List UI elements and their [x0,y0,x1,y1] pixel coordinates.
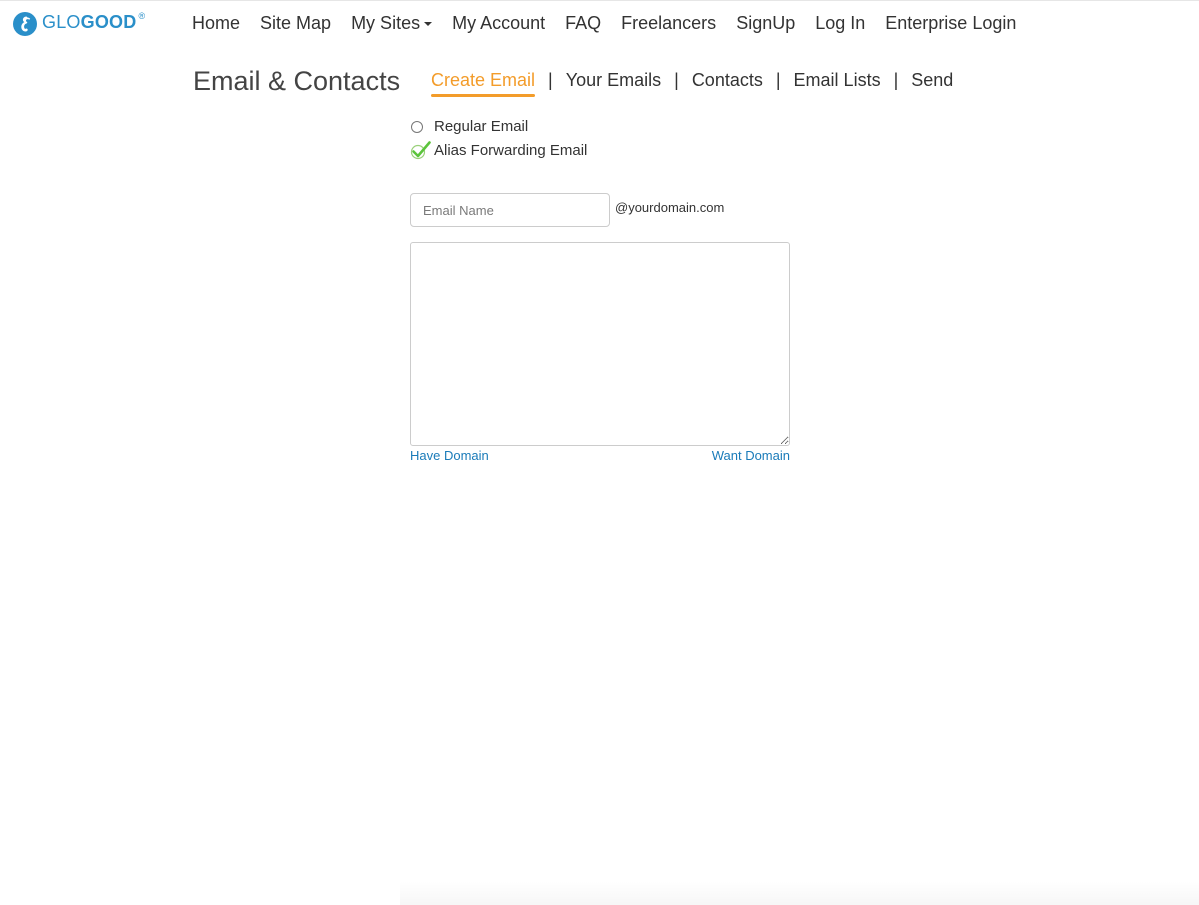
regular-email-option[interactable]: Regular Email [410,118,528,135]
nav-log-in[interactable]: Log In [805,13,875,34]
main-nav: Home Site Map My Sites My Account FAQ Fr… [182,1,1026,45]
nav-home[interactable]: Home [182,13,250,34]
green-check-icon[interactable] [410,140,432,160]
registered-mark: ® [138,11,146,21]
email-subnav: Create Email | Your Emails | Contacts | … [431,67,953,97]
tab-your-emails[interactable]: Your Emails [566,70,661,91]
subnav-separator: | [775,69,781,90]
nav-home-label: Home [192,12,241,33]
tab-contacts[interactable]: Contacts [692,70,763,91]
tab-create-email[interactable]: Create Email [431,70,536,97]
nav-signup[interactable]: SignUp [726,13,805,34]
forwarding-addresses-textarea[interactable] [410,242,790,446]
alias-forwarding-email-option[interactable]: Alias Forwarding Email [410,140,587,160]
email-name-input[interactable] [410,193,610,227]
tab-send[interactable]: Send [911,70,953,91]
nav-signup-label: SignUp [736,12,796,33]
brand-logo[interactable]: GLOGOOD ® [12,9,145,38]
nav-my-sites-dropdown[interactable]: My Sites [341,13,442,34]
domain-suffix: @yourdomain.com [615,200,725,215]
subnav-separator: | [893,69,899,90]
nav-faq[interactable]: FAQ [555,13,611,34]
regular-email-radio[interactable] [411,120,423,133]
have-domain-link[interactable]: Have Domain [410,448,489,463]
nav-freelancers-label: Freelancers [621,12,717,33]
nav-site-map-label: Site Map [260,12,332,33]
page: GLOGOOD ® Home Site Map My Sites My Accou… [0,0,1199,905]
nav-freelancers[interactable]: Freelancers [611,13,726,34]
nav-faq-label: FAQ [565,12,602,33]
brand-name-part1: GLO [42,12,81,32]
subnav-separator: | [674,69,679,90]
regular-email-label: Regular Email [434,118,529,135]
caret-down-icon [424,22,433,26]
page-title: Email & Contacts [193,66,401,96]
nav-my-account[interactable]: My Account [442,13,555,34]
alias-forwarding-email-label: Alias Forwarding Email [434,141,588,159]
bottom-shadow [400,881,1199,905]
want-domain-link[interactable]: Want Domain [712,448,790,463]
nav-my-sites-label: My Sites [351,12,421,33]
tab-email-lists[interactable]: Email Lists [794,70,881,91]
nav-my-account-label: My Account [452,12,546,33]
seahorse-logo-icon [13,11,37,36]
brand-name-part2: GOOD [80,12,137,32]
nav-enterprise-login[interactable]: Enterprise Login [875,13,1026,34]
nav-enterprise-login-label: Enterprise Login [885,12,1017,33]
nav-site-map[interactable]: Site Map [250,13,341,34]
nav-log-in-label: Log In [815,12,866,33]
subnav-separator: | [548,69,553,90]
